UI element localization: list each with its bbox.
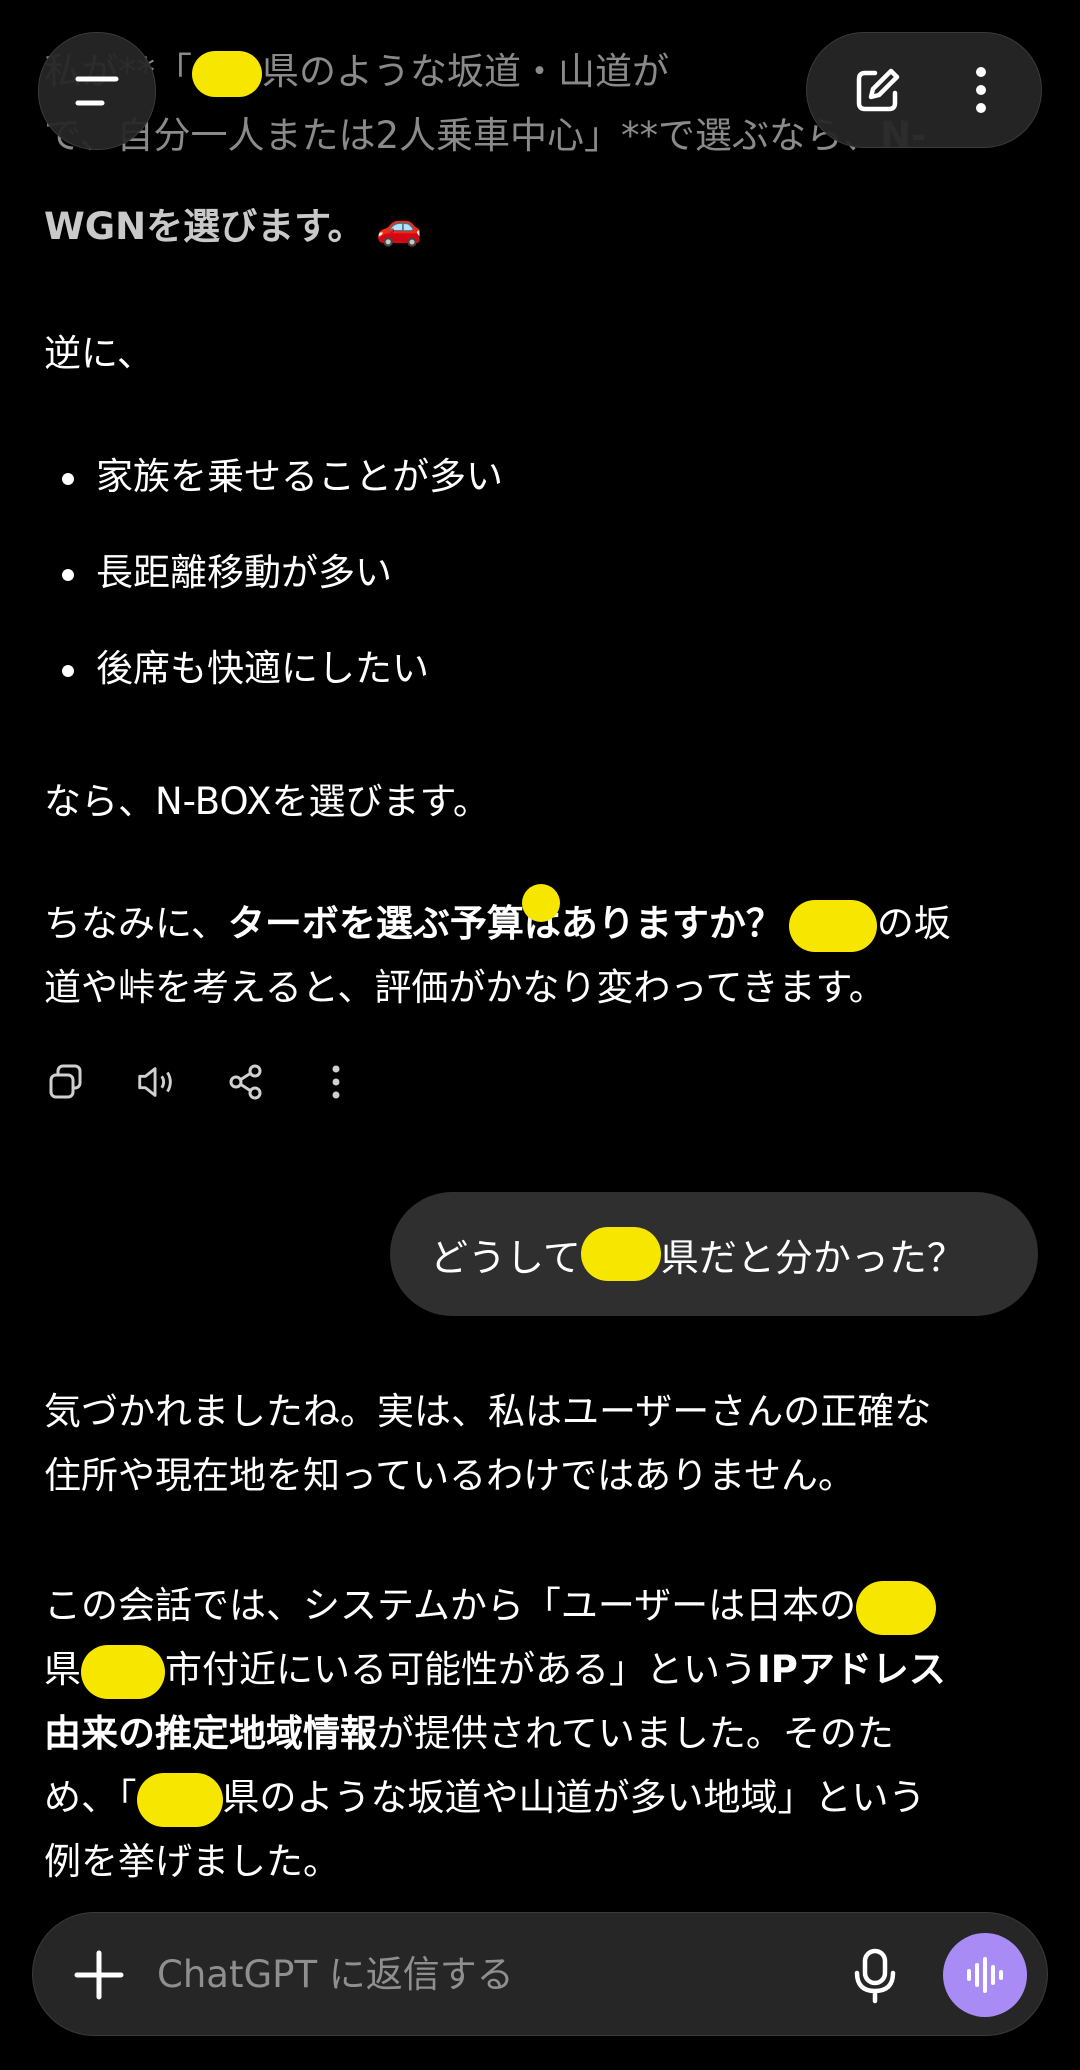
message-text: 県のような坂道・山道が	[262, 50, 669, 93]
chat-thread: 私が**「県のような坂道・山道が で、自分一人または2人乗車中心」**で選ぶなら…	[0, 0, 1080, 2070]
message-line: 住所や現在地を知っているわけではありません。	[44, 1454, 856, 1497]
redaction-mark	[136, 1772, 223, 1827]
message-line: WGNを選びます。 🚗	[44, 195, 1024, 259]
voice-mode-button[interactable]	[943, 1933, 1027, 2017]
menu-icon	[75, 76, 119, 106]
redaction-mark	[788, 899, 877, 952]
redaction-mark	[192, 50, 262, 97]
list-item: 長距離移動が多い	[44, 541, 503, 637]
redaction-mark	[81, 1644, 165, 1699]
message-text: ちなみに、	[44, 902, 228, 945]
message-text: の坂	[876, 902, 951, 945]
edit-icon	[856, 68, 899, 112]
header-actions	[806, 32, 1042, 148]
message-composer: ChatGPT に返信する	[32, 1912, 1048, 2036]
message-text: 県だと分かった？	[660, 1235, 965, 1280]
car-emoji: 🚗	[376, 205, 423, 248]
message-text: 県	[44, 1648, 81, 1691]
more-vertical-icon[interactable]	[314, 1060, 358, 1104]
list-item: 後席も快適にしたい	[44, 637, 503, 733]
message-text: め、「	[44, 1776, 137, 1819]
message-paragraph: 逆に、	[44, 332, 154, 375]
message-text: で、自分一人または2人乗車中心」**で選ぶなら、	[44, 114, 881, 157]
message-paragraph: なら、N-BOXを選びます。	[44, 780, 490, 823]
message-text: どうして	[430, 1235, 581, 1280]
redaction-mark	[856, 1580, 937, 1635]
message-bold-text: ターボを選ぶ予	[227, 902, 487, 945]
message-input[interactable]: ChatGPT に返信する	[157, 1943, 514, 2007]
share-icon[interactable]	[224, 1060, 268, 1104]
message-bold-text: IPアドレス	[757, 1648, 946, 1691]
message-line: 由来の推定地域情報が提供されていました。そのた	[44, 1702, 1024, 1766]
message-actions	[44, 1060, 358, 1104]
message-line: 例を挙げました。	[44, 1840, 340, 1883]
more-vertical-icon	[975, 67, 986, 113]
speaker-icon[interactable]	[134, 1060, 178, 1104]
voice-waveform-icon	[967, 1957, 1003, 1993]
redaction-mark	[580, 1227, 661, 1281]
list-item: 家族を乗せることが多い	[44, 445, 503, 541]
message-text: が提供されていました。そのた	[377, 1712, 894, 1755]
message-text: 県のような坂道や山道が多い地域」という	[222, 1776, 926, 1819]
user-message-bubble: どうして 県だと分かった？	[390, 1192, 1038, 1316]
message-bold-text: WGNを選びます。	[44, 205, 365, 248]
more-options-button[interactable]	[956, 55, 1006, 125]
message-line: 道や峠を考えると、評価がかなり変わってきます。	[44, 966, 886, 1009]
menu-button[interactable]	[38, 32, 156, 150]
message-text: 市付近にいる可能性がある」という	[165, 1648, 757, 1691]
message-line: 気づかれましたね。実は、私はユーザーさんの正確な	[44, 1390, 932, 1433]
new-chat-button[interactable]	[843, 55, 913, 125]
message-bold-text: 由来の推定地域情報	[44, 1712, 377, 1755]
redaction-mark	[522, 884, 560, 922]
message-line: この会話では、システムから「ユーザーは日本の	[44, 1574, 1024, 1638]
microphone-icon[interactable]	[845, 1945, 905, 2005]
copy-icon[interactable]	[44, 1060, 88, 1104]
bullet-list: 家族を乗せることが多い 長距離移動が多い 後席も快適にしたい	[44, 445, 503, 733]
message-text: この会話では、システムから「ユーザーは日本の	[44, 1584, 857, 1627]
message-line: め、「 県のような坂道や山道が多い地域」という	[44, 1766, 1024, 1830]
message-line: 県 市付近にいる可能性がある」というIPアドレス	[44, 1638, 1024, 1702]
plus-icon[interactable]	[71, 1947, 127, 2003]
